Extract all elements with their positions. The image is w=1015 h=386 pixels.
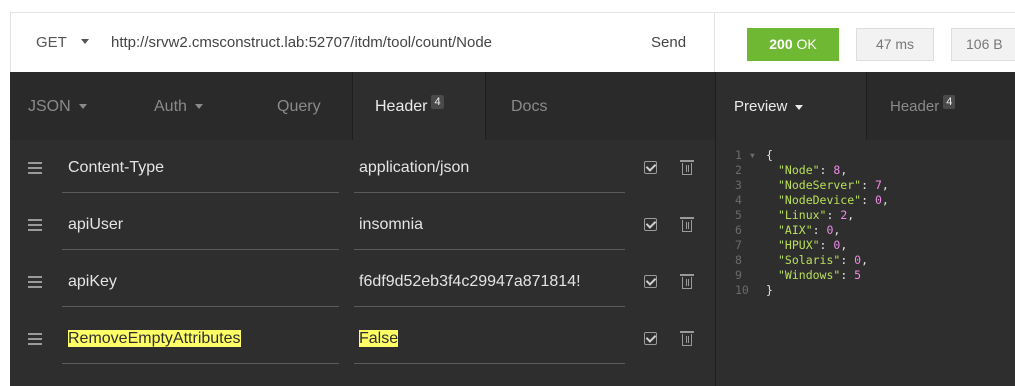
trash-icon[interactable] [680, 274, 694, 289]
line-number: 10 [735, 283, 749, 297]
tab-docs[interactable]: Docs [511, 72, 547, 140]
tab-preview-label: Preview [734, 98, 788, 115]
url-bar: GET http://srvw2.cmsconstruct.lab:52707/… [10, 12, 715, 72]
header-list: Content-Type application/json apiUser in… [10, 140, 715, 386]
header-value-underline [354, 363, 625, 364]
line-number: 3 [735, 178, 742, 192]
header-value-input[interactable]: False [359, 311, 624, 367]
header-row: RemoveEmptyAttributes False [10, 311, 715, 367]
checkbox-icon[interactable] [644, 161, 657, 174]
header-value-input[interactable]: insomnia [359, 197, 624, 253]
header-value-input[interactable]: application/json [359, 140, 624, 196]
header-name-input[interactable]: apiKey [68, 254, 117, 310]
fold-icon[interactable]: ▾ [749, 148, 756, 163]
trash-icon[interactable] [680, 217, 694, 232]
response-panel: Preview Header 4 1 ▾{ 2 "Node": 8, 3 "NodeSe… [715, 72, 1015, 386]
highlighted-text: RemoveEmptyAttributes [68, 330, 241, 347]
tab-header-label: Header [375, 98, 428, 115]
response-size-badge: 106 B [951, 28, 1015, 61]
checkbox-icon[interactable] [644, 275, 657, 288]
status-code: 200 [769, 36, 793, 52]
tab-auth-label: Auth [154, 98, 187, 115]
line-number: 6 [735, 223, 742, 237]
method-select[interactable]: GET [36, 13, 67, 73]
header-count-badge: 4 [431, 94, 444, 109]
json-key: "HPUX" [778, 238, 820, 252]
json-value: 7 [874, 178, 882, 192]
header-value-underline [354, 306, 625, 307]
json-comma: , [840, 163, 848, 177]
request-tabs: JSON Auth Query Header 4 Docs [10, 72, 715, 140]
header-row: Content-Type application/json [10, 140, 715, 196]
line-number: 2 [735, 163, 742, 177]
header-row: apiKey f6df9d52eb3f4c29947a871814! [10, 254, 715, 310]
json-key: "AIX" [778, 223, 813, 237]
url-input[interactable]: http://srvw2.cmsconstruct.lab:52707/itdm… [111, 13, 492, 73]
tab-json[interactable]: JSON [28, 72, 87, 140]
tab-response-header-label: Header [890, 98, 940, 115]
highlighted-text: False [359, 330, 399, 347]
header-name-input[interactable]: apiUser [68, 197, 123, 253]
chevron-down-icon [78, 104, 87, 110]
json-comma: , [847, 208, 855, 222]
trash-icon[interactable] [680, 160, 694, 175]
checkbox-icon[interactable] [644, 332, 657, 345]
json-key: "NodeServer" [778, 178, 862, 192]
tab-json-label: JSON [28, 98, 71, 115]
json-comma: , [840, 238, 848, 252]
tab-docs-label: Docs [511, 98, 548, 115]
chevron-down-icon[interactable] [81, 39, 89, 44]
json-comma: , [881, 193, 889, 207]
send-button[interactable]: Send [651, 13, 686, 73]
trash-icon[interactable] [680, 331, 694, 346]
json-key: "Solaris" [778, 253, 841, 267]
header-name-input[interactable]: RemoveEmptyAttributes [68, 311, 241, 367]
tab-header[interactable]: Header 4 [352, 72, 486, 140]
json-value: 5 [854, 268, 862, 282]
json-value: 0 [874, 193, 882, 207]
tab-query-label: Query [277, 98, 321, 115]
json-key: "NodeDevice" [778, 193, 862, 207]
code-text: { [766, 148, 773, 162]
code-text: } [766, 283, 773, 297]
header-value-input[interactable]: f6df9d52eb3f4c29947a871814! [359, 254, 624, 310]
header-name-underline [62, 306, 339, 307]
line-number: 4 [735, 193, 742, 207]
chevron-down-icon [795, 104, 804, 110]
response-body: 1 ▾{ 2 "Node": 8, 3 "NodeServer": 7, 4 "Node… [716, 140, 1015, 386]
drag-handle-icon[interactable] [28, 276, 42, 288]
header-name-underline [62, 249, 339, 250]
header-name-underline [62, 192, 339, 193]
request-panel: JSON Auth Query Header 4 Docs Content-Typ… [10, 72, 715, 386]
line-number: 9 [735, 268, 742, 282]
status-badge: 200 OK [747, 28, 839, 61]
json-key: "Linux" [778, 208, 827, 222]
status-text: OK [796, 36, 817, 52]
response-time-badge: 47 ms [856, 28, 934, 61]
chevron-down-icon [194, 104, 203, 110]
response-header-count-badge: 4 [943, 95, 956, 109]
header-name-underline [62, 363, 339, 364]
tab-query[interactable]: Query [277, 72, 321, 140]
app-window: GET http://srvw2.cmsconstruct.lab:52707/… [0, 0, 1015, 386]
line-number: 7 [735, 238, 742, 252]
header-row: apiUser insomnia [10, 197, 715, 253]
drag-handle-icon[interactable] [28, 162, 42, 174]
line-number: 8 [735, 253, 742, 267]
drag-handle-icon[interactable] [28, 219, 42, 231]
tab-preview[interactable]: Preview [716, 72, 866, 140]
drag-handle-icon[interactable] [28, 333, 42, 345]
json-key: "Node" [778, 163, 820, 177]
header-value-underline [354, 249, 625, 250]
tab-response-header[interactable]: Header 4 [866, 72, 956, 140]
checkbox-icon[interactable] [644, 218, 657, 231]
header-value-underline [354, 192, 625, 193]
header-name-input[interactable]: Content-Type [68, 140, 164, 196]
tab-auth[interactable]: Auth [154, 72, 203, 140]
line-number: 5 [735, 208, 742, 222]
json-comma: , [881, 178, 889, 192]
json-key: "Windows" [778, 268, 841, 282]
json-comma: , [861, 253, 869, 267]
json-comma: , [833, 223, 841, 237]
